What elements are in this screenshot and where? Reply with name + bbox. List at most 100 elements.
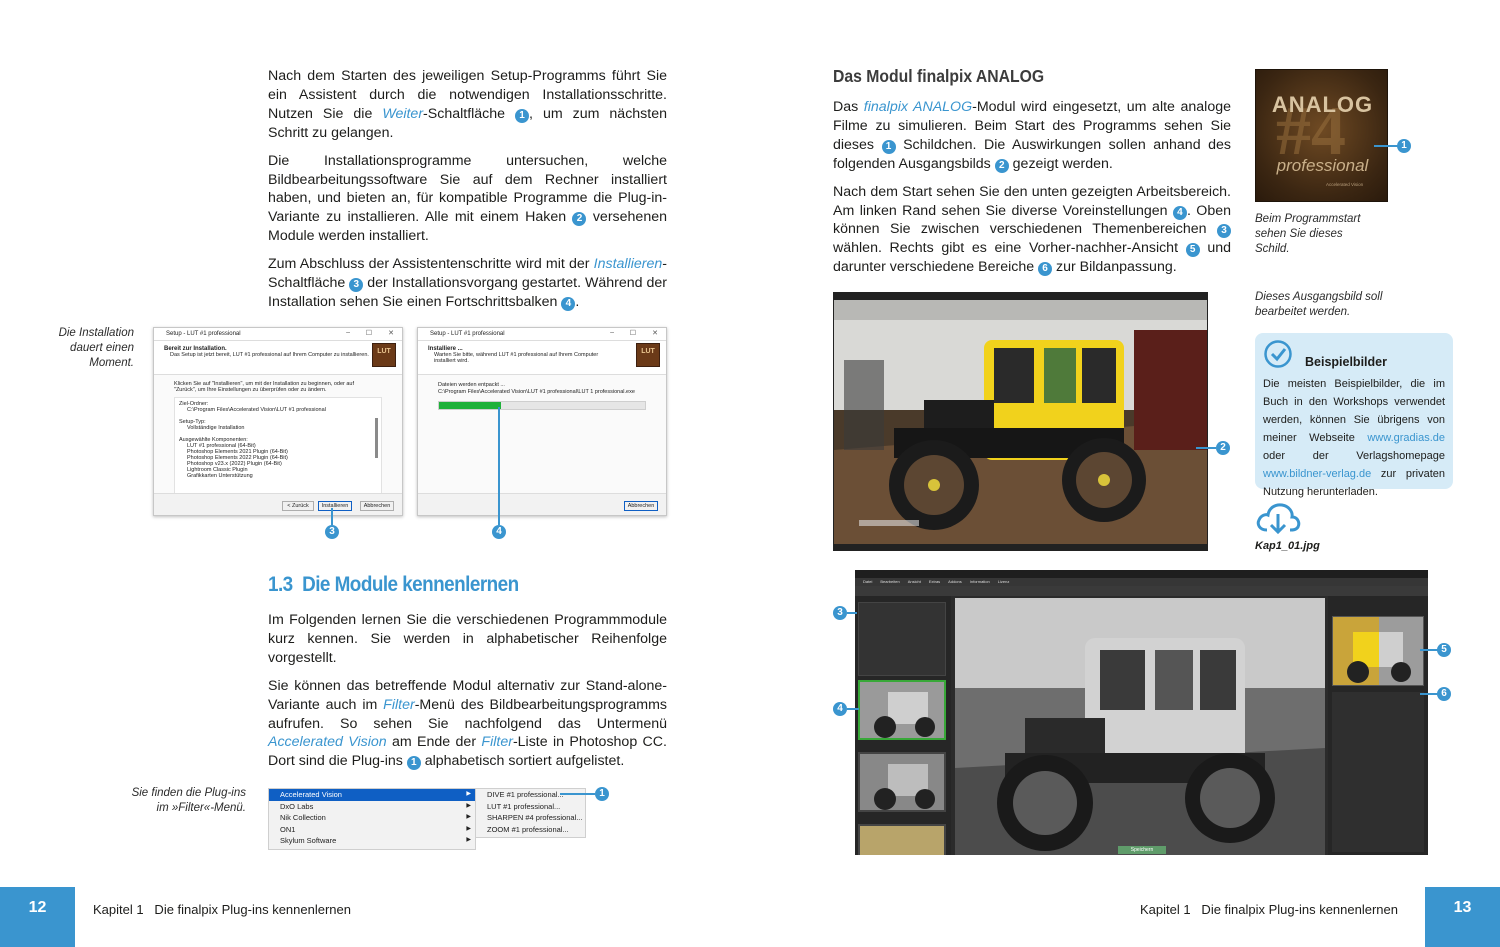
- marker-3: 3: [1217, 224, 1231, 239]
- app-toolbar: [855, 586, 1428, 596]
- menu-item-label: DxO Labs: [280, 801, 314, 811]
- link-gradias[interactable]: www.gradias.de: [1367, 432, 1445, 444]
- cancel-button[interactable]: Abbrechen: [624, 501, 658, 511]
- menu-item[interactable]: DxO Labs ▶: [269, 801, 475, 813]
- back-button[interactable]: < Zurück: [282, 501, 314, 511]
- close-icon[interactable]: ✕: [388, 329, 394, 337]
- app-menu-item[interactable]: Ansicht: [908, 578, 921, 586]
- car-monochrome-illustration: [955, 598, 1325, 855]
- link-bildner-verlag[interactable]: www.bildner-verlag.de: [1263, 468, 1371, 480]
- callout-2: 2: [1216, 441, 1230, 455]
- install-button[interactable]: Installieren: [318, 501, 352, 511]
- left-body-text-bottom: Im Folgenden lernen Sie die verschiedene…: [268, 611, 667, 780]
- analog-app-screenshot: Datei Bearbeiten Ansicht Extras Addons Inform…: [855, 570, 1428, 855]
- link-filter-2: Filter: [481, 734, 513, 751]
- lut-logo: LUT: [372, 343, 396, 367]
- cloud-download-icon[interactable]: [1255, 500, 1301, 538]
- callout-6: 6: [1437, 687, 1451, 701]
- info-box-sample-images: Beispielbilder Die meisten Beispielbilde…: [1255, 333, 1453, 498]
- menu-item-label: SHARPEN #4 professional...: [487, 813, 583, 823]
- paragraph-setup-intro: Nach dem Starten des jeweiligen Setup-Pr…: [268, 68, 667, 141]
- section-number: 1.3: [268, 573, 293, 596]
- splash-title: ANALOG: [1271, 92, 1374, 117]
- paragraph-filter-menu: Sie können das betreffende Modul alterna…: [268, 677, 667, 771]
- dialog-summary-box: Ziel-Ordner: C:\Program Files\Accelerated…: [174, 397, 382, 497]
- link-weiter: Weiter: [382, 105, 424, 122]
- menu-item[interactable]: Skylum Software ▶: [269, 835, 475, 847]
- menu-item[interactable]: SHARPEN #4 professional...: [476, 812, 585, 824]
- callout-1: 1: [1397, 139, 1411, 153]
- app-menu-item[interactable]: Lizenz: [998, 578, 1010, 586]
- adjustment-sections[interactable]: [1332, 692, 1424, 852]
- app-title-bar: [855, 570, 1428, 578]
- checkmark-circle-icon: [1263, 339, 1293, 369]
- analog-splash-image: #4 ANALOG professional Accelerated Visio…: [1255, 69, 1388, 202]
- menu-item[interactable]: LUT #1 professional...: [476, 801, 585, 813]
- app-right-panel: [1328, 596, 1428, 855]
- maximize-icon[interactable]: ☐: [630, 329, 636, 337]
- app-menu-item[interactable]: Addons: [948, 578, 962, 586]
- before-after-preview[interactable]: [1332, 616, 1424, 686]
- chevron-right-icon: ▶: [466, 802, 471, 809]
- menu-item[interactable]: Nik Collection ▶: [269, 812, 475, 824]
- menu-item-label: Skylum Software: [280, 836, 337, 846]
- footer-chapter-right: Kapitel 1 Die finalpix Plug-ins kennenle…: [1140, 902, 1398, 917]
- callout-3: 3: [833, 606, 847, 620]
- menu-item-label: ON1: [280, 824, 296, 834]
- paragraph-workspace: Nach dem Start sehen Sie den unten gezei…: [833, 183, 1231, 277]
- callout-line-3: [847, 612, 857, 614]
- minimize-icon[interactable]: –: [610, 329, 614, 336]
- menu-item[interactable]: Accelerated Vision ▶: [269, 789, 475, 801]
- lut-logo: LUT: [636, 343, 660, 367]
- photo-status-bar: [834, 544, 1207, 550]
- save-button[interactable]: Speichern: [1118, 846, 1166, 854]
- info-box-title: Beispielbilder: [1305, 355, 1387, 369]
- menu-item[interactable]: ON1 ▶: [269, 824, 475, 836]
- callout-4: 4: [833, 702, 847, 716]
- caption-menu: Sie finden die Plug-ins im »Filter«-Menü…: [131, 787, 246, 814]
- marker-1: 1: [881, 139, 896, 154]
- app-menu-item[interactable]: Datei: [863, 578, 872, 586]
- paragraph-install-programs: Die Installationsprogramme untersuchen, …: [268, 152, 667, 245]
- dialog-subheading: Das Setup ist jetzt bereit, LUT #1 profe…: [170, 352, 369, 358]
- marker-5: 5: [1185, 243, 1200, 258]
- dialog-intro: Klicken Sie auf "Installieren", um mit d…: [174, 381, 355, 393]
- cancel-button[interactable]: Abbrechen: [360, 501, 394, 511]
- car-photo-original: [833, 292, 1208, 551]
- minimize-icon[interactable]: –: [346, 329, 350, 336]
- chevron-right-icon: ▶: [466, 814, 471, 821]
- app-menu-item[interactable]: Bearbeiten: [880, 578, 899, 586]
- chevron-right-icon: ▶: [466, 825, 471, 832]
- install-path: C:\Program Files\Accelerated Vision\LUT …: [438, 389, 635, 395]
- install-status: Dateien werden entpackt ...: [438, 382, 505, 388]
- dialog-header: Bereit zur Installation. Das Setup ist j…: [154, 341, 402, 375]
- preset-thumb-3[interactable]: [858, 824, 946, 855]
- page-number-right: 13: [1425, 887, 1500, 947]
- splash-brand: Accelerated Vision: [1326, 182, 1364, 187]
- caption-installation: Die Installation dauert einen Moment.: [58, 327, 134, 369]
- link-installieren: Installieren: [593, 256, 663, 273]
- setup-dialog-installing: Setup - LUT #1 professional – ☐ ✕ Instal…: [417, 327, 667, 516]
- left-body-text-top: Nach dem Starten des jeweiligen Setup-Pr…: [268, 67, 667, 321]
- menu-item-label: DIVE #1 professional...: [487, 790, 564, 799]
- section-heading: 1.3 Die Module kennenlernen: [268, 573, 519, 597]
- link-accelerated-vision: Accelerated Vision: [268, 734, 387, 751]
- preset-thumb-selected[interactable]: [858, 680, 946, 740]
- app-menu-bar: Datei Bearbeiten Ansicht Extras Addons Inform…: [855, 578, 1428, 586]
- callout-line-menu: [560, 793, 595, 795]
- marker-4: 4: [561, 296, 576, 311]
- app-menu-item[interactable]: Information: [970, 578, 990, 586]
- maximize-icon[interactable]: ☐: [366, 329, 372, 337]
- menu-item-label: ZOOM #1 professional...: [487, 824, 569, 834]
- theme-tabs[interactable]: [858, 602, 946, 676]
- preset-thumb-2[interactable]: [858, 752, 946, 812]
- module-heading: Das Modul finalpix ANALOG: [833, 66, 1045, 86]
- scrollbar[interactable]: [375, 418, 378, 458]
- marker-1: 1: [406, 756, 421, 771]
- setup-dialog-ready: Setup - LUT #1 professional – ☐ ✕ Bereit…: [153, 327, 403, 516]
- close-icon[interactable]: ✕: [652, 329, 658, 337]
- menu-item[interactable]: ZOOM #1 professional...: [476, 824, 585, 836]
- app-menu-item[interactable]: Extras: [929, 578, 940, 586]
- paragraph-install-finish: Zum Abschluss der Assistentenschritte wi…: [268, 256, 668, 311]
- yellow-car-illustration: [834, 300, 1207, 550]
